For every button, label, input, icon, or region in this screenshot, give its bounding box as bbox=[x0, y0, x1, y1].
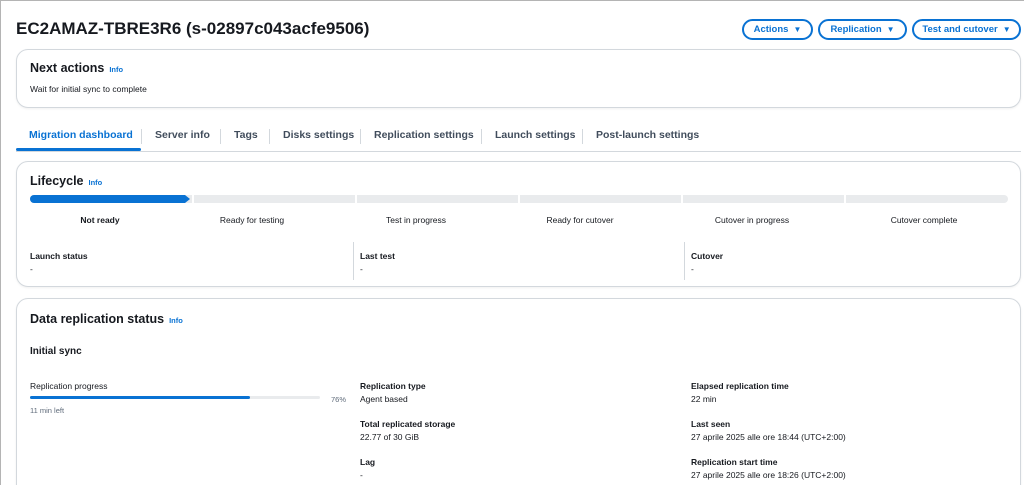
replication-progress-percent: 76% bbox=[331, 395, 347, 404]
actions-button[interactable]: Actions ▼ bbox=[742, 19, 813, 40]
lifecycle-stage-not-ready: Not ready bbox=[80, 215, 120, 225]
page-title: EC2AMAZ-TBRE3R6 (s-02897c043acfe9506) bbox=[16, 19, 370, 38]
lifecycle-card: Lifecycle Info Not ready Ready for testin… bbox=[16, 161, 1021, 287]
data-replication-title-text: Data replication status bbox=[30, 312, 165, 326]
tab-divider bbox=[269, 129, 270, 144]
data-replication-card: Data replication status Info Initial sync… bbox=[16, 298, 1021, 485]
replication-start-time-label: Replication start time bbox=[691, 457, 778, 467]
lifecycle-segment-divider bbox=[518, 195, 520, 203]
tab-bar: Migration dashboard Server info Tags Dis… bbox=[16, 123, 1021, 152]
caret-down-icon: ▼ bbox=[886, 24, 895, 34]
cutover-value: - bbox=[691, 264, 694, 274]
lag-label: Lag bbox=[360, 457, 376, 467]
next-actions-info-link[interactable]: Info bbox=[109, 65, 123, 74]
tab-server-info[interactable]: Server info bbox=[155, 129, 210, 141]
next-actions-card: Next actions Info Wait for initial sync t… bbox=[16, 49, 1021, 108]
tab-divider bbox=[360, 129, 361, 144]
tab-divider bbox=[141, 129, 142, 144]
lifecycle-segment-divider bbox=[844, 195, 846, 203]
caret-down-icon: ▼ bbox=[793, 24, 802, 34]
next-actions-title-text: Next actions bbox=[30, 61, 105, 75]
tab-disks-settings[interactable]: Disks settings bbox=[283, 129, 354, 141]
data-replication-title: Data replication status Info bbox=[30, 312, 183, 326]
lifecycle-stage-cutover-complete: Cutover complete bbox=[890, 215, 958, 225]
replication-button[interactable]: Replication ▼ bbox=[818, 19, 907, 40]
tab-post-launch-settings[interactable]: Post-launch settings bbox=[596, 129, 699, 141]
tab-divider bbox=[481, 129, 482, 144]
total-replicated-storage-value: 22.77 of 30 GiB bbox=[360, 432, 420, 442]
column-divider bbox=[684, 242, 685, 280]
last-seen-label: Last seen bbox=[691, 419, 731, 429]
test-and-cutover-button[interactable]: Test and cutover ▼ bbox=[912, 19, 1021, 40]
lifecycle-segment-divider bbox=[192, 195, 194, 203]
elapsed-replication-time-value: 22 min bbox=[691, 394, 717, 404]
lifecycle-title-text: Lifecycle bbox=[30, 174, 84, 188]
replication-button-label: Replication bbox=[830, 24, 882, 35]
lifecycle-segment-divider bbox=[681, 195, 683, 203]
test-and-cutover-button-label: Test and cutover bbox=[922, 24, 998, 35]
active-tab-indicator bbox=[16, 148, 141, 151]
last-seen-value: 27 aprile 2025 alle ore 18:44 (UTC+2:00) bbox=[691, 432, 846, 442]
lifecycle-progress-fill bbox=[30, 195, 185, 203]
replication-time-left: 11 min left bbox=[30, 406, 65, 415]
lifecycle-progress-track bbox=[30, 195, 1008, 203]
lifecycle-stage-ready-for-testing: Ready for testing bbox=[219, 215, 285, 225]
lifecycle-stage-ready-for-cutover: Ready for cutover bbox=[546, 215, 614, 225]
replication-start-time-value: 27 aprile 2025 alle ore 18:26 (UTC+2:00) bbox=[691, 470, 846, 480]
lifecycle-stage-cutover-in-progress: Cutover in progress bbox=[714, 215, 790, 225]
launch-status-value: - bbox=[30, 264, 33, 274]
caret-down-icon: ▼ bbox=[1002, 24, 1011, 34]
launch-status-label: Launch status bbox=[30, 251, 88, 261]
lifecycle-title: Lifecycle Info bbox=[30, 174, 102, 188]
replication-progress-fill bbox=[30, 396, 251, 399]
lifecycle-progress-arrow bbox=[185, 195, 190, 203]
total-replicated-storage-label: Total replicated storage bbox=[360, 419, 456, 429]
lifecycle-info-link[interactable]: Info bbox=[89, 178, 103, 187]
next-actions-title: Next actions Info bbox=[30, 61, 123, 75]
elapsed-replication-time-label: Elapsed replication time bbox=[691, 381, 789, 391]
last-test-value: - bbox=[360, 264, 363, 274]
lifecycle-segment-divider bbox=[355, 195, 357, 203]
cutover-label: Cutover bbox=[691, 251, 724, 261]
lag-value: - bbox=[360, 470, 363, 480]
data-replication-info-link[interactable]: Info bbox=[169, 316, 183, 325]
tab-divider bbox=[220, 129, 221, 144]
actions-button-label: Actions bbox=[753, 24, 789, 35]
tab-divider bbox=[582, 129, 583, 144]
initial-sync-subtitle: Initial sync bbox=[30, 346, 82, 357]
tab-launch-settings[interactable]: Launch settings bbox=[495, 129, 576, 141]
column-divider bbox=[353, 242, 354, 280]
tab-migration-dashboard[interactable]: Migration dashboard bbox=[29, 129, 133, 141]
replication-type-label: Replication type bbox=[360, 381, 426, 391]
replication-progress-track bbox=[30, 396, 320, 399]
tab-replication-settings[interactable]: Replication settings bbox=[374, 129, 474, 141]
replication-progress-label: Replication progress bbox=[30, 381, 108, 391]
lifecycle-stage-test-in-progress: Test in progress bbox=[386, 215, 446, 225]
tab-tags[interactable]: Tags bbox=[234, 129, 258, 141]
next-actions-text: Wait for initial sync to complete bbox=[30, 84, 147, 94]
last-test-label: Last test bbox=[360, 251, 395, 261]
replication-type-value: Agent based bbox=[360, 394, 408, 404]
